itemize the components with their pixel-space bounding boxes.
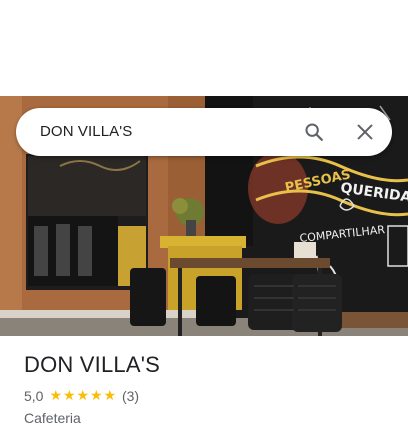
place-info: DON VILLA'S 5,0 ★ ★ ★ ★ ★ (3) Cafeteria (24, 350, 392, 428)
star-icon: ★ (62, 388, 76, 404)
place-title: DON VILLA'S (24, 352, 161, 377)
star-icon: ★ (89, 388, 103, 404)
star-rating: ★ ★ ★ ★ ★ (49, 389, 117, 403)
search-bar[interactable]: DON VILLA'S (16, 108, 392, 156)
star-icon: ★ (76, 388, 90, 404)
close-icon (357, 124, 373, 140)
search-icon (305, 123, 323, 141)
place-card-page: PESSOAS QUERIDAS COMPARTILHAR DON VILLA'… (0, 0, 408, 432)
search-input[interactable]: DON VILLA'S (40, 108, 132, 156)
clear-search-button[interactable] (349, 116, 381, 148)
star-icon: ★ (49, 388, 63, 404)
star-icon: ★ (103, 388, 117, 404)
search-button[interactable] (298, 116, 330, 148)
place-category: Cafeteria (24, 410, 81, 426)
rating-value: 5,0 (24, 388, 44, 404)
rating-row[interactable]: 5,0 ★ ★ ★ ★ ★ (3) (24, 386, 392, 406)
review-count[interactable]: (3) (122, 388, 139, 404)
